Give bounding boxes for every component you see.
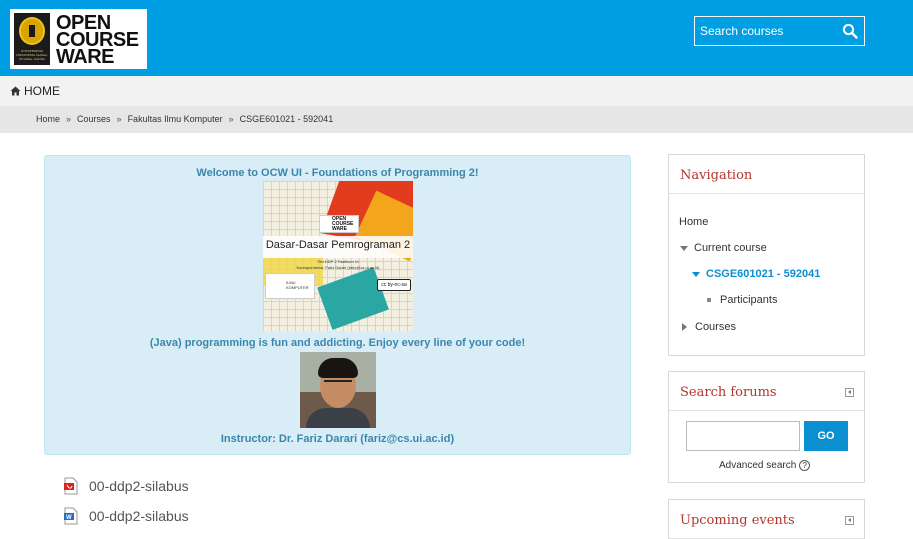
- file-name: 00-ddp2-silabus: [89, 508, 189, 524]
- banner-logo-text: OPEN COURSE WARE: [332, 216, 354, 232]
- faculty-logo-text: ILMU KOMPUTER: [286, 280, 309, 290]
- breadcrumb-faculty[interactable]: Fakultas Ilmu Komputer: [128, 114, 223, 124]
- site-logo[interactable]: UNIVERSITAS INDONESIA Veritas, Probitas,…: [10, 9, 147, 69]
- navigation-block-header: Navigation: [669, 155, 864, 194]
- upcoming-events-title: Upcoming events: [680, 513, 795, 528]
- nav-tree-course-code[interactable]: CSGE601021 - 592041: [692, 268, 820, 280]
- search-icon[interactable]: [842, 23, 858, 39]
- cc-license-badge: cc by-nc-sa: [377, 279, 411, 291]
- expanded-arrow-icon: [680, 245, 688, 251]
- home-icon: [10, 86, 21, 96]
- nav-tree-courses[interactable]: Courses: [682, 321, 736, 333]
- nav-home-label: HOME: [24, 84, 60, 98]
- navigation-block: Navigation Home Current course CSGE60102…: [668, 154, 865, 356]
- nav-tree-participants[interactable]: Participants: [707, 294, 777, 306]
- nav-tree-courses-label: Courses: [695, 321, 736, 333]
- file-link-pdf[interactable]: 00-ddp2-silabus: [63, 477, 189, 495]
- help-icon[interactable]: ?: [799, 460, 811, 471]
- search-forums-header: Search forums: [669, 372, 864, 411]
- upcoming-events-block: Upcoming events: [668, 499, 865, 539]
- advanced-search-label: Advanced search: [719, 460, 797, 471]
- course-search: [694, 16, 865, 46]
- breadcrumb: Home » Courses » Fakultas Ilmu Komputer » CSGE…: [0, 106, 913, 133]
- search-forums-title: Search forums: [680, 385, 777, 400]
- nav-home-link[interactable]: HOME: [10, 84, 60, 98]
- nav-tree-home-label: Home: [679, 216, 709, 228]
- breadcrumb-separator: »: [116, 114, 122, 124]
- breadcrumb-courses[interactable]: Courses: [77, 114, 111, 124]
- course-banner-image: OPEN COURSE WARE Dasar-Dasar Pemrograman…: [263, 181, 413, 331]
- instructor-line: Instructor: Dr. Fariz Darari (fariz@cs.u…: [220, 433, 455, 445]
- collapsed-arrow-icon: [682, 323, 687, 332]
- logo-line-3: WARE: [56, 46, 115, 68]
- instructor-photo: [300, 352, 376, 428]
- word-file-icon: W: [64, 507, 78, 525]
- welcome-title: Welcome to OCW UI - Foundations of Progr…: [196, 167, 479, 179]
- faculty-logo: ILMU KOMPUTER: [265, 273, 315, 299]
- bullet-icon: [707, 298, 711, 303]
- search-input[interactable]: [695, 17, 835, 45]
- breadcrumb-course[interactable]: CSGE601021 - 592041: [240, 114, 334, 124]
- collapse-block-icon[interactable]: [845, 388, 854, 397]
- svg-text:W: W: [66, 515, 72, 521]
- welcome-tagline: (Java) programming is fun and addicting.…: [149, 337, 526, 349]
- main-nav: HOME: [0, 76, 913, 106]
- breadcrumb-separator: »: [228, 114, 234, 124]
- nav-tree-current-course[interactable]: Current course: [680, 242, 767, 254]
- collapse-block-icon[interactable]: [845, 516, 854, 525]
- pdf-file-icon: [64, 477, 78, 495]
- banner-subtitle: Tim DDP 2 Fasilkom UI Korespondensi: Far…: [263, 259, 413, 271]
- file-link-word[interactable]: W 00-ddp2-silabus: [63, 507, 189, 525]
- nav-tree-course-code-label: CSGE601021 - 592041: [706, 268, 821, 280]
- banner-course-title: Dasar-Dasar Pemrograman 2: [265, 239, 411, 251]
- forum-go-button[interactable]: GO: [804, 421, 848, 451]
- breadcrumb-home[interactable]: Home: [36, 114, 60, 124]
- banner-contact-line: Korespondensi: Fariz Darari (fariz@cs.ui…: [296, 265, 380, 270]
- breadcrumb-separator: »: [66, 114, 72, 124]
- expanded-arrow-icon: [692, 271, 700, 277]
- forum-search-input[interactable]: [686, 421, 800, 451]
- nav-tree-participants-label: Participants: [720, 294, 778, 306]
- nav-tree-home[interactable]: Home: [679, 216, 708, 228]
- banner-ocw-logo: OPEN COURSE WARE: [319, 215, 359, 233]
- university-seal-icon: UNIVERSITAS INDONESIA Veritas, Probitas,…: [14, 13, 50, 65]
- nav-tree-current-course-label: Current course: [694, 242, 767, 254]
- seal-text: UNIVERSITAS INDONESIA Veritas, Probitas,…: [16, 49, 48, 61]
- welcome-box: Welcome to OCW UI - Foundations of Progr…: [44, 155, 631, 455]
- upcoming-events-header: Upcoming events: [669, 500, 864, 539]
- search-forums-block: Search forums GO Advanced search ?: [668, 371, 865, 483]
- file-name: 00-ddp2-silabus: [89, 478, 189, 494]
- header-bar: UNIVERSITAS INDONESIA Veritas, Probitas,…: [0, 0, 913, 76]
- navigation-block-title: Navigation: [680, 168, 753, 183]
- advanced-search-link[interactable]: Advanced search ?: [719, 460, 811, 471]
